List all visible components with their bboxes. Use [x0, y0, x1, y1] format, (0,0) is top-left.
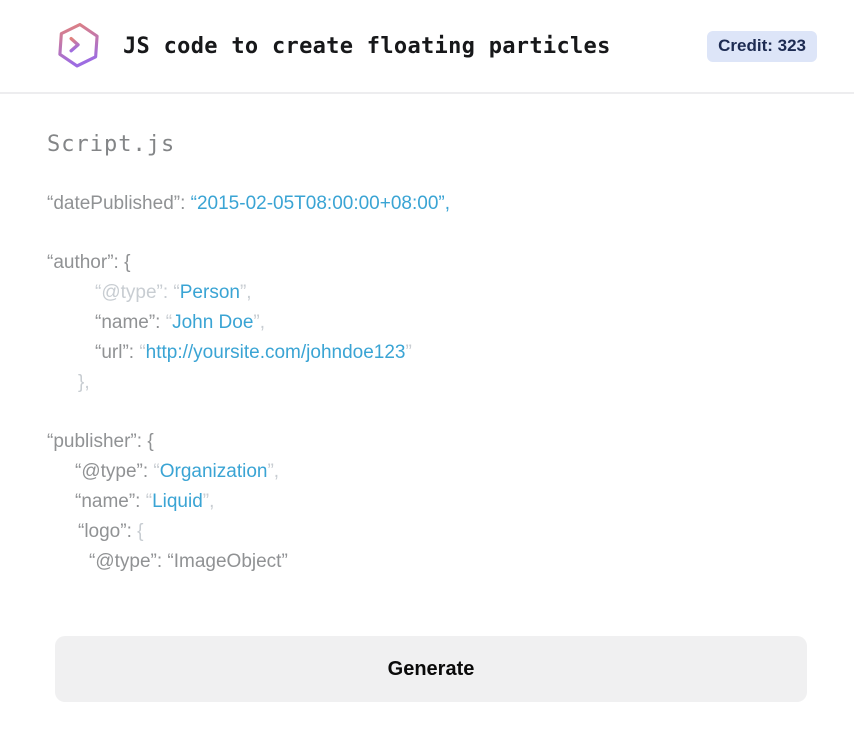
- code-segment: Person: [179, 282, 240, 303]
- code-segment: “name”:: [75, 491, 146, 512]
- code-segment: “publisher”: {: [47, 431, 154, 452]
- code-line: “url”: “http://yoursite.com/johndoe123”: [47, 338, 814, 368]
- code-line: “@type”: “Person”,: [47, 278, 814, 308]
- code-segment: Liquid: [152, 491, 203, 512]
- code-segment: {: [137, 521, 144, 542]
- code-segment: ”,: [253, 312, 266, 333]
- generate-button[interactable]: Generate: [55, 636, 807, 702]
- code-line: “datePublished”: “2015-02-05T08:00:00+08…: [47, 189, 814, 219]
- main-content: Script.js “datePublished”: “2015-02-05T0…: [0, 94, 854, 577]
- code-segment: “@type”:: [75, 461, 154, 482]
- code-segment: John Doe: [172, 312, 254, 333]
- code-segment: ”,: [267, 461, 280, 482]
- script-filename: Script.js: [47, 132, 176, 157]
- code-segment: ”,: [202, 491, 215, 512]
- code-segment: “name”:: [95, 312, 166, 333]
- code-segment: “logo”:: [78, 521, 138, 542]
- terminal-prompt-hexagon-icon: [55, 21, 102, 71]
- code-line: },: [47, 368, 814, 398]
- code-segment: “url”:: [95, 342, 140, 363]
- code-segment: Organization: [159, 461, 268, 482]
- code-segment: },: [78, 372, 90, 393]
- code-segment: “2015-02-05T08:00:00+08:00”,: [190, 193, 450, 214]
- code-line: “name”: “John Doe”,: [47, 308, 814, 338]
- code-segment: “@type”: “ImageObject”: [89, 551, 288, 572]
- code-segment: ”: [405, 342, 412, 363]
- code-segment: “@type”: “: [95, 282, 180, 303]
- code-line: “author”: {: [47, 248, 814, 278]
- code-segment: “author”: {: [47, 252, 131, 273]
- code-line: “name”: “Liquid”,: [47, 487, 814, 517]
- header: JS code to create floating particles Cre…: [0, 0, 854, 94]
- code-block: “datePublished”: “2015-02-05T08:00:00+08…: [47, 189, 814, 577]
- code-line: “publisher”: {: [47, 427, 814, 457]
- code-segment: ”,: [239, 282, 252, 303]
- code-line: “logo”: {: [47, 517, 814, 547]
- code-line: “@type”: “ImageObject”: [47, 547, 814, 577]
- code-segment: “datePublished”:: [47, 193, 191, 214]
- page-title: JS code to create floating particles: [123, 33, 611, 59]
- code-line: “@type”: “Organization”,: [47, 457, 814, 487]
- code-segment: http://yoursite.com/johndoe123: [145, 342, 406, 363]
- credit-badge: Credit: 323: [707, 30, 817, 62]
